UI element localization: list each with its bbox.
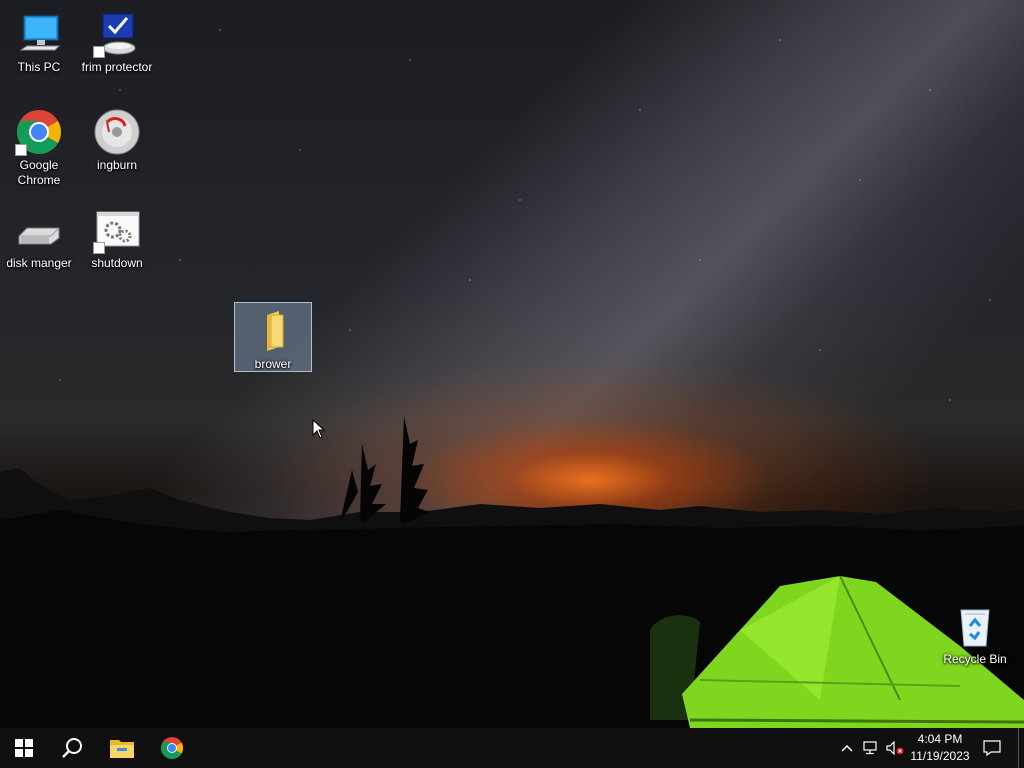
clock-time: 4:04 PM: [917, 732, 963, 746]
search-button[interactable]: [48, 728, 96, 768]
desktop-icon-shutdown[interactable]: shutdown: [78, 202, 156, 276]
start-button[interactable]: [0, 728, 48, 768]
imgburn-disc-icon: [93, 108, 141, 156]
desktop-icon-recycle-bin[interactable]: Recycle Bin: [936, 598, 1014, 672]
start-icon: [15, 739, 33, 757]
desktop-icon-label: shutdown: [91, 256, 143, 270]
desktop-icon-label: This PC: [17, 60, 61, 74]
frim-protector-icon: [93, 10, 141, 58]
chrome-taskbar-button[interactable]: [148, 728, 196, 768]
shortcut-arrow-icon: [93, 242, 105, 254]
taskbar: 4:04 PM 11/19/2023: [0, 728, 1024, 768]
disk-drive-icon: [15, 206, 63, 254]
desktop-icon-label: disk manger: [6, 256, 72, 270]
notification-icon: [983, 740, 1001, 756]
shortcut-arrow-icon: [15, 144, 27, 156]
chrome-icon: [161, 737, 183, 759]
shutdown-gears-icon: [93, 206, 141, 254]
wallpaper-landscape: [0, 416, 1024, 728]
taskbar-clock[interactable]: 4:04 PM 11/19/2023: [902, 731, 978, 765]
desktop[interactable]: This PC frim protector Google Chrome ing…: [0, 0, 1024, 728]
recycle-bin-icon: [951, 602, 999, 650]
desktop-icon-label: brower: [254, 357, 292, 371]
desktop-icon-ingburn[interactable]: ingburn: [78, 104, 156, 178]
google-chrome-icon: [15, 108, 63, 156]
network-icon: [863, 741, 877, 755]
action-center-button[interactable]: [978, 728, 1006, 768]
desktop-icon-this-pc[interactable]: This PC: [0, 6, 78, 80]
search-icon: [62, 738, 82, 758]
show-desktop-button[interactable]: [1018, 728, 1024, 768]
file-explorer-button[interactable]: [98, 728, 146, 768]
desktop-icon-label: ingburn: [96, 158, 138, 172]
network-button[interactable]: [860, 728, 882, 768]
desktop-icon-label: frim protector: [81, 60, 153, 74]
desktop-icon-disk-manger[interactable]: disk manger: [0, 202, 78, 276]
desktop-icon-frim-protector[interactable]: frim protector: [78, 6, 156, 80]
desktop-icon-brower-folder[interactable]: brower: [234, 302, 312, 372]
shortcut-arrow-icon: [93, 46, 105, 58]
show-hidden-icons-button[interactable]: [836, 728, 858, 768]
desktop-icon-label: Google Chrome: [17, 158, 61, 187]
folder-icon: [249, 307, 297, 355]
this-pc-icon: [15, 10, 63, 58]
clock-date: 11/19/2023: [910, 749, 970, 763]
mouse-cursor-icon: [312, 419, 326, 439]
desktop-icon-google-chrome[interactable]: Google Chrome: [0, 104, 78, 192]
desktop-icon-label: Recycle Bin: [943, 652, 1007, 666]
file-explorer-icon: [110, 740, 134, 758]
chevron-up-icon: [841, 744, 853, 752]
